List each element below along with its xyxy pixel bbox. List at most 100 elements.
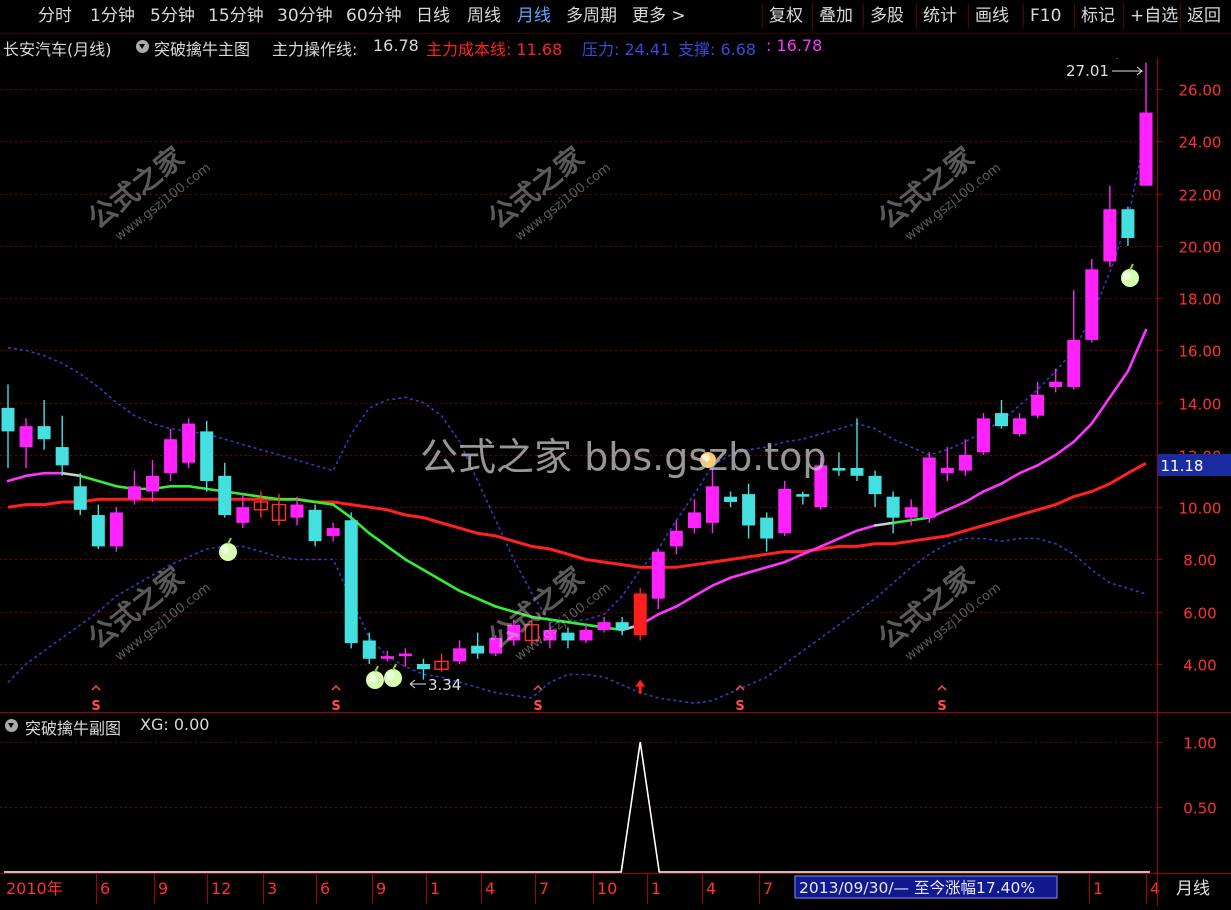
toolbar-button-2[interactable]: 多股 — [863, 4, 910, 28]
candle-body — [724, 496, 738, 502]
main-line-segment — [964, 490, 985, 504]
toolbar-button-0[interactable]: 复权 — [762, 4, 809, 28]
watermark-stamp: 公式之家www.gszj100.com — [82, 560, 214, 664]
toolbar-button-4[interactable]: 画线 — [968, 4, 1015, 28]
candle-body — [615, 622, 629, 631]
watermark-stamp: 公式之家www.gszj100.com — [482, 560, 614, 664]
candle-body — [1013, 418, 1027, 434]
x-axis-month-label: 12 — [211, 879, 231, 898]
candle-body — [200, 431, 214, 482]
period-tab-9[interactable]: 多周期 — [566, 4, 617, 28]
main-line-segment — [711, 576, 732, 587]
main-line-segment — [331, 503, 353, 519]
main-line-segment — [783, 552, 805, 564]
s-marker-arrow — [91, 684, 101, 691]
indicator-menu-icon[interactable] — [136, 40, 149, 53]
candle-body — [796, 494, 810, 497]
period-tab-3[interactable]: 15分钟 — [208, 4, 264, 28]
period-tab-1[interactable]: 1分钟 — [90, 4, 135, 28]
period-tab-10[interactable]: 更多 > — [632, 4, 686, 28]
candle-body — [218, 475, 232, 516]
candle-body — [669, 530, 683, 547]
period-tab-2[interactable]: 5分钟 — [150, 4, 195, 28]
candle-body — [1049, 381, 1063, 387]
candle-body — [1, 407, 15, 432]
main-line-segment — [476, 597, 498, 608]
candle-body — [73, 486, 87, 510]
y-axis-label: 10.00 — [1179, 500, 1222, 518]
time-axis: 2010年 6 9 12 3 6 9 1 4 7 10 1 4 7 1 4 2013/09/30/— 至今涨幅1… — [6, 874, 1210, 906]
main-line-segment — [60, 471, 82, 478]
xg-value: XG: 0.00 — [140, 715, 210, 734]
y-axis-label: 26.00 — [1179, 82, 1222, 100]
sub-y-axis-label: 0.50 — [1183, 800, 1216, 818]
period-tab-5[interactable]: 60分钟 — [346, 4, 402, 28]
main-line-label: 主力操作线: — [272, 40, 358, 59]
candle-body — [326, 528, 340, 536]
candle-body — [344, 520, 358, 644]
current-price-tag: 11.18 — [1158, 454, 1231, 476]
candle-body — [705, 486, 719, 523]
candle-body — [1121, 209, 1135, 238]
candle-body — [164, 439, 178, 474]
main-line-segment — [1018, 464, 1039, 475]
candle-body — [146, 475, 160, 492]
s-marker-arrow — [331, 684, 341, 691]
x-axis-month-label: 6 — [100, 879, 110, 898]
candle-body — [976, 418, 990, 453]
main-line-segment — [693, 584, 714, 598]
toolbar-button-8[interactable]: 返回 — [1180, 4, 1227, 28]
period-tab-7[interactable]: 周线 — [467, 4, 501, 28]
y-axis-label: 20.00 — [1179, 239, 1222, 257]
main-line-segment — [982, 482, 1003, 493]
toolbar-button-3[interactable]: 统计 — [916, 4, 963, 28]
period-tab-6[interactable]: 日线 — [416, 4, 450, 28]
main-line-value: 16.78 — [373, 36, 419, 55]
current-price-value: 11.18 — [1161, 457, 1204, 475]
candle-body — [109, 512, 123, 547]
s-marker-glyph: S — [91, 699, 100, 714]
sub-indicator-menu-icon[interactable] — [5, 719, 18, 732]
main-line-segment — [422, 568, 443, 582]
toolbar-button-5[interactable]: F10 — [1023, 4, 1067, 28]
min-arrow-icon — [409, 679, 426, 689]
main-line-segment — [891, 518, 913, 525]
main-line-segment — [729, 571, 750, 580]
main-line-segment — [1108, 369, 1130, 399]
candle-body — [597, 622, 611, 631]
s-marker-glyph: S — [533, 699, 542, 714]
period-tab-0[interactable]: 分时 — [38, 4, 72, 28]
candle-body — [760, 517, 774, 539]
candle-body — [1139, 112, 1153, 186]
watermark-stamp: 公式之家www.gszj100.com — [872, 560, 1004, 664]
candle-body — [290, 504, 304, 518]
toolbar-button-6[interactable]: 标记 — [1074, 4, 1121, 28]
watermark-text: 公式之家 bbs.gszb.top — [420, 435, 827, 479]
candle-body — [687, 512, 701, 529]
period-label: 月线 — [1176, 879, 1210, 899]
watermark-stamp: 公式之家www.gszj100.com — [82, 140, 214, 244]
toolbar-button-7[interactable]: +自选 — [1123, 4, 1184, 28]
candle-body — [940, 467, 954, 474]
period-tab-4[interactable]: 30分钟 — [277, 4, 333, 28]
candle-body — [453, 648, 467, 662]
main-line-segment — [440, 579, 461, 593]
main-line-segment — [765, 560, 787, 569]
extra-value: : 16.78 — [766, 36, 823, 55]
candle-body — [416, 664, 430, 670]
candle-body — [308, 509, 322, 542]
sub-indicator-title[interactable]: 突破擒牛副图 — [25, 715, 121, 739]
s-marker-icon: S — [91, 684, 101, 714]
main-line-segment — [241, 492, 263, 499]
main-line-segment — [747, 565, 768, 574]
indicator-name[interactable]: 突破擒牛主图 — [154, 36, 250, 60]
s-marker-glyph: S — [331, 699, 340, 714]
x-axis-month-label: 9 — [158, 879, 168, 898]
toolbar-button-1[interactable]: 叠加 — [812, 4, 859, 28]
s-marker-glyph: S — [937, 699, 946, 714]
y-axis-label: 24.00 — [1179, 134, 1222, 152]
period-tab-8[interactable]: 月线 — [517, 4, 551, 28]
y-axis-label: 6.00 — [1183, 605, 1216, 623]
candle-body — [994, 413, 1008, 427]
main-line-segment — [6, 474, 28, 483]
